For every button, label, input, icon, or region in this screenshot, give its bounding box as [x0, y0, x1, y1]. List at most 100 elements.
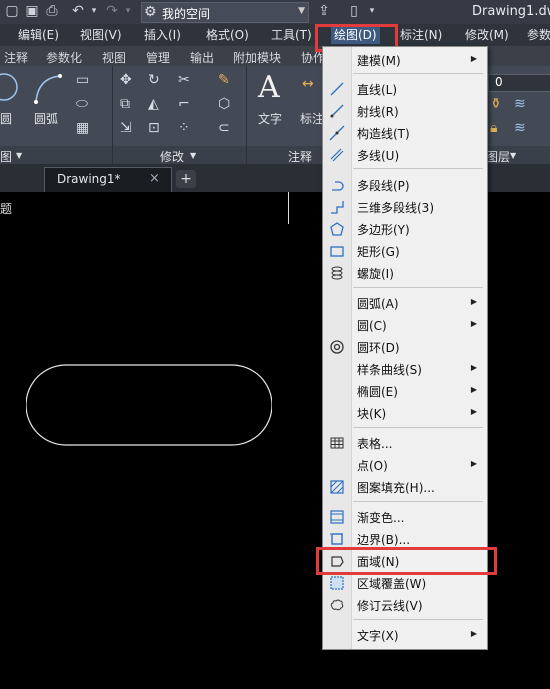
- menu-item-gradient[interactable]: 渐变色...: [323, 506, 487, 528]
- menu-item-revcloud[interactable]: 修订云线(V): [323, 594, 487, 616]
- panel-modify-chevron-icon[interactable]: ▼: [190, 151, 196, 160]
- document-tab[interactable]: Drawing1* ×: [44, 167, 172, 192]
- menu-item-label: 直线(L): [357, 83, 398, 97]
- scale-icon[interactable]: ⊡: [148, 120, 160, 136]
- menu-insert[interactable]: 插入(I): [144, 27, 181, 44]
- layer-match-icon[interactable]: ≋: [514, 120, 526, 136]
- menu-item-label: 区域覆盖(W): [357, 577, 427, 591]
- xline-icon: [329, 125, 345, 141]
- panel-draw-chevron-icon[interactable]: ▼: [16, 151, 22, 160]
- circle-tool-icon[interactable]: [0, 72, 22, 102]
- menu-item-donut[interactable]: 圆环(D): [323, 336, 487, 358]
- submenu-arrow-icon: ▶: [470, 363, 477, 372]
- menu-item-rectangle[interactable]: 矩形(G): [323, 240, 487, 262]
- redo-icon[interactable]: ↷: [104, 3, 120, 19]
- tab-output[interactable]: 输出: [190, 49, 214, 66]
- menu-format[interactable]: 格式(O): [206, 27, 249, 44]
- menu-item-polyline[interactable]: 多段线(P): [323, 174, 487, 196]
- layer-properties-icon[interactable]: ≋: [514, 96, 526, 112]
- layer-dropdown[interactable]: 0: [488, 74, 550, 92]
- undo-dropdown-icon[interactable]: ▾: [86, 3, 102, 19]
- circle-tool-label[interactable]: 圆: [0, 110, 12, 127]
- slot-shape[interactable]: [26, 364, 272, 446]
- menu-edit[interactable]: 编辑(E): [18, 27, 59, 44]
- submenu-arrow-icon: ▶: [470, 385, 477, 394]
- qa-dropdown-icon[interactable]: ▾: [364, 3, 380, 19]
- tab-view[interactable]: 视图: [102, 49, 126, 66]
- rectangle-icon[interactable]: ▭: [76, 72, 89, 88]
- menu-item-text[interactable]: 文字(X) ▶: [323, 624, 487, 646]
- explode-icon[interactable]: ⬡: [218, 96, 230, 112]
- polygon-icon: [330, 222, 344, 236]
- menu-item-ellipse[interactable]: 椭圆(E) ▶: [323, 380, 487, 402]
- text-tool-label[interactable]: 文字: [258, 110, 282, 127]
- close-icon[interactable]: ×: [149, 171, 160, 186]
- new-tab-button[interactable]: +: [176, 170, 196, 188]
- undo-icon[interactable]: ↶: [70, 3, 86, 19]
- text-tool-icon[interactable]: A: [258, 70, 280, 105]
- redo-dropdown-icon[interactable]: ▾: [120, 3, 136, 19]
- rotate-icon[interactable]: ↻: [148, 72, 160, 88]
- panel-layer-label[interactable]: 图层: [486, 148, 510, 165]
- trim-icon[interactable]: ✂: [178, 72, 190, 88]
- menu-separator: [353, 73, 483, 74]
- tab-addins[interactable]: 附加模块: [233, 49, 281, 66]
- array-icon[interactable]: ⁘: [178, 120, 190, 136]
- menu-item-label: 圆弧(A): [357, 297, 399, 311]
- file-icon[interactable]: ▯: [346, 3, 362, 19]
- new-file-icon[interactable]: ▢: [4, 3, 20, 19]
- menu-param[interactable]: 参数: [527, 27, 550, 44]
- panel-modify-label[interactable]: 修改: [160, 148, 184, 165]
- menu-item-arc[interactable]: 圆弧(A) ▶: [323, 292, 487, 314]
- layer-lock-icon[interactable]: 🔒︎: [490, 120, 497, 136]
- arc-tool-icon[interactable]: [32, 72, 62, 106]
- menu-item-line[interactable]: 直线(L): [323, 78, 487, 100]
- menu-separator: [353, 619, 483, 620]
- menu-item-ray[interactable]: 射线(R): [323, 100, 487, 122]
- menu-item-block[interactable]: 块(K) ▶: [323, 402, 487, 424]
- offset-icon[interactable]: ⊂: [218, 120, 230, 136]
- menu-item-hatch[interactable]: 图案填充(H)...: [323, 476, 487, 498]
- menu-item-3dpoly[interactable]: 三维多段线(3): [323, 196, 487, 218]
- menu-modify[interactable]: 修改(M): [465, 27, 509, 44]
- ellipse-icon[interactable]: ⬭: [76, 96, 88, 112]
- copy-icon[interactable]: ⧉: [120, 96, 130, 112]
- dimension-tool-label[interactable]: 标注: [300, 110, 324, 127]
- menu-item-polygon[interactable]: 多边形(Y): [323, 218, 487, 240]
- menu-item-modeling[interactable]: 建模(M) ▶: [323, 49, 487, 71]
- viewport-label[interactable]: 题: [0, 200, 12, 217]
- hatch-icon[interactable]: ▦: [76, 120, 89, 136]
- fillet-icon[interactable]: ⌐: [178, 96, 190, 112]
- tab-manage[interactable]: 管理: [146, 49, 170, 66]
- arc-tool-label[interactable]: 圆弧: [34, 110, 58, 127]
- menu-item-spline[interactable]: 样条曲线(S) ▶: [323, 358, 487, 380]
- menu-item-table[interactable]: 表格...: [323, 432, 487, 454]
- move-icon[interactable]: ✥: [120, 72, 132, 88]
- menu-bar: 编辑(E) 视图(V) 插入(I) 格式(O) 工具(T) 绘图(D) 标注(N…: [0, 24, 550, 46]
- save-icon[interactable]: ▣: [24, 3, 40, 19]
- erase-icon[interactable]: ✎: [218, 72, 230, 88]
- menu-item-circle[interactable]: 圆(C) ▶: [323, 314, 487, 336]
- print-icon[interactable]: ⎙: [44, 3, 60, 19]
- share-icon[interactable]: ⇪: [316, 3, 332, 19]
- stretch-icon[interactable]: ⇲: [120, 120, 132, 136]
- submenu-arrow-icon: ▶: [470, 297, 477, 306]
- tab-annotate[interactable]: 注释: [4, 49, 28, 66]
- menu-item-wipeout[interactable]: 区域覆盖(W): [323, 572, 487, 594]
- dimension-tool-icon[interactable]: ↔: [302, 76, 314, 92]
- layer-state-icon[interactable]: ⚱: [490, 96, 502, 112]
- mirror-icon[interactable]: ◭: [148, 96, 159, 112]
- menu-item-point[interactable]: 点(O) ▶: [323, 454, 487, 476]
- panel-annotate-label[interactable]: 注释: [288, 148, 312, 165]
- menu-item-helix[interactable]: 螺旋(I): [323, 262, 487, 284]
- workspace-selector[interactable]: ⚙ 我的空间 ▼: [141, 2, 309, 23]
- panel-layer-chevron-icon[interactable]: ▼: [510, 151, 516, 160]
- panel-draw-label[interactable]: 图: [0, 148, 12, 165]
- region-highlight-frame: [316, 547, 497, 575]
- menu-view[interactable]: 视图(V): [80, 27, 122, 44]
- menu-tools[interactable]: 工具(T): [271, 27, 312, 44]
- menu-item-mline[interactable]: 多线(U): [323, 144, 487, 166]
- tab-parametric[interactable]: 参数化: [46, 49, 82, 66]
- menu-item-xline[interactable]: 构造线(T): [323, 122, 487, 144]
- 3dpoly-icon: [331, 201, 344, 214]
